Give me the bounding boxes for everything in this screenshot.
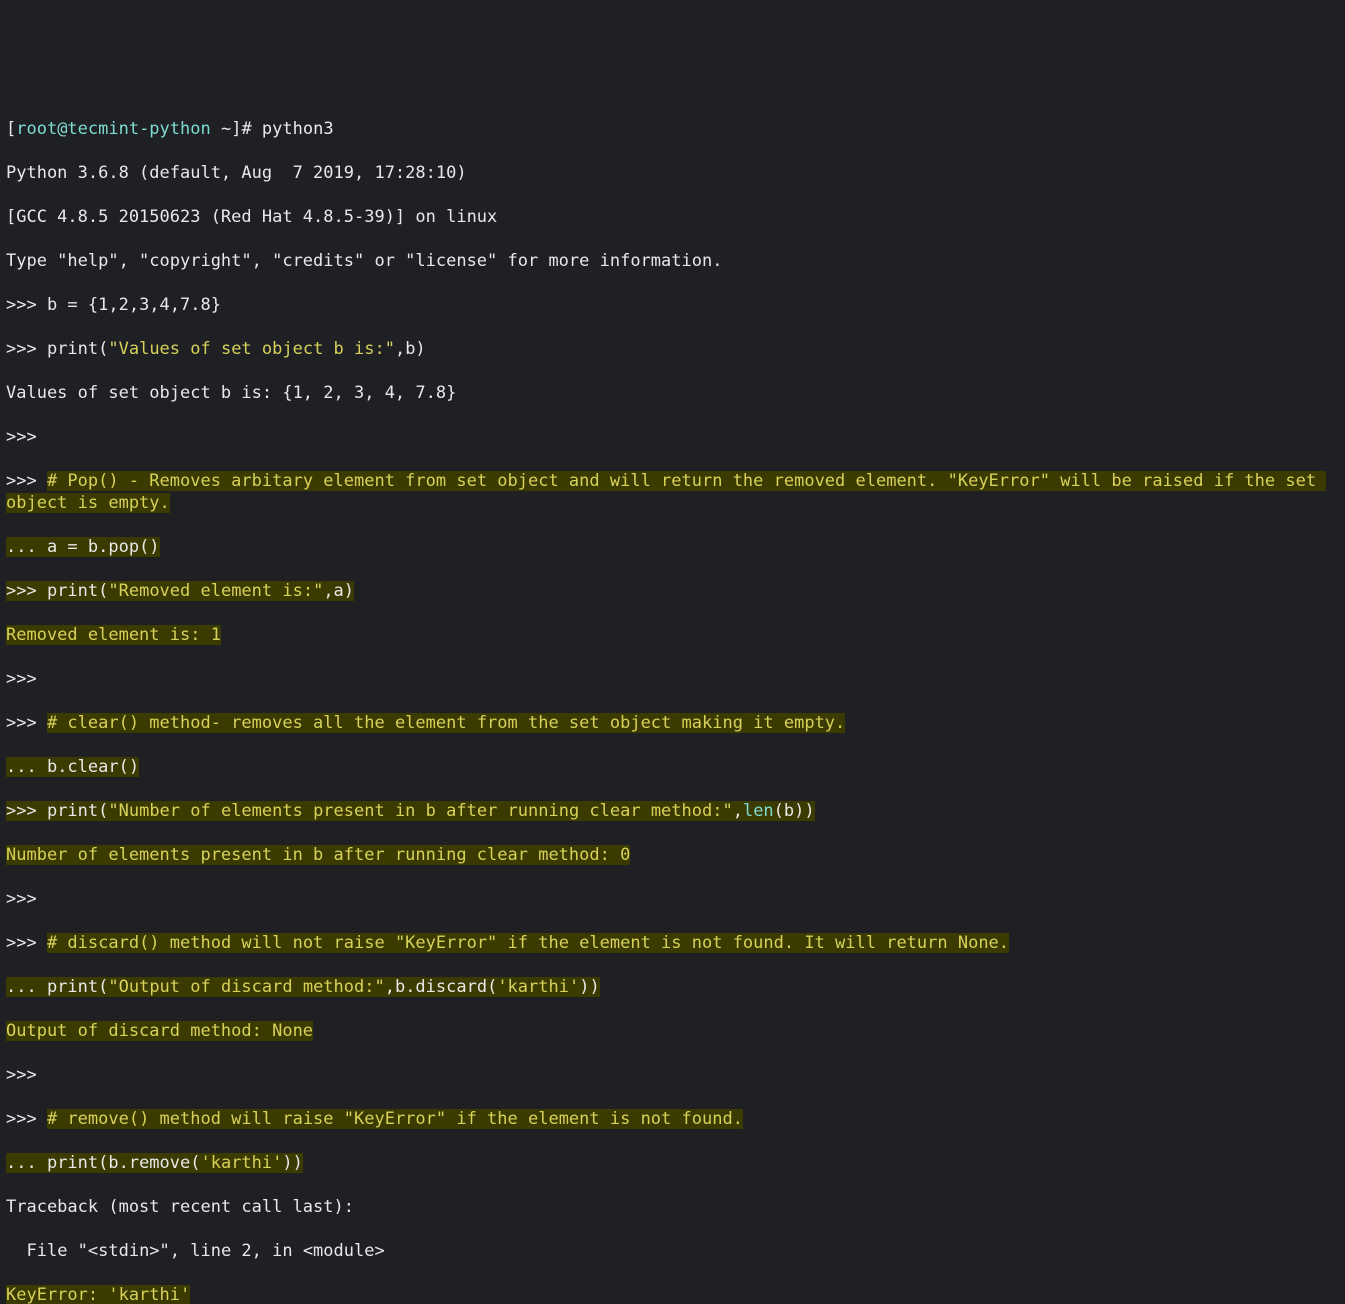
repl-prompt: >>> [6, 1064, 1339, 1086]
repl-line: ... a = b.pop() [6, 536, 1339, 558]
stdout-line: Output of discard method: None [6, 1020, 1339, 1042]
repl-prompt: >>> [6, 668, 1339, 690]
shell-prompt-line: [root@tecmint-python ~]# python3 [6, 118, 1339, 140]
error-line: KeyError: 'karthi' [6, 1284, 1339, 1304]
terminal-output[interactable]: [root@tecmint-python ~]# python3 Python … [6, 96, 1339, 1304]
python-banner-line: [GCC 4.8.5 20150623 (Red Hat 4.8.5-39)] … [6, 206, 1339, 228]
repl-line: ... print("Output of discard method:",b.… [6, 976, 1339, 998]
python-banner-line: Python 3.6.8 (default, Aug 7 2019, 17:28… [6, 162, 1339, 184]
stdout-line: Values of set object b is: {1, 2, 3, 4, … [6, 382, 1339, 404]
repl-prompt: >>> [6, 888, 1339, 910]
stdout-line: Number of elements present in b after ru… [6, 844, 1339, 866]
repl-comment-line: >>> # discard() method will not raise "K… [6, 932, 1339, 954]
repl-line: >>> print("Values of set object b is:",b… [6, 338, 1339, 360]
repl-line: ... print(b.remove('karthi')) [6, 1152, 1339, 1174]
repl-line: >>> print("Number of elements present in… [6, 800, 1339, 822]
python-banner-line: Type "help", "copyright", "credits" or "… [6, 250, 1339, 272]
repl-line: ... b.clear() [6, 756, 1339, 778]
stdout-line: Removed element is: 1 [6, 624, 1339, 646]
traceback-line: Traceback (most recent call last): [6, 1196, 1339, 1218]
repl-comment-line: >>> # remove() method will raise "KeyErr… [6, 1108, 1339, 1130]
repl-prompt: >>> [6, 426, 1339, 448]
repl-line: >>> print("Removed element is:",a) [6, 580, 1339, 602]
repl-comment-line: >>> # clear() method- removes all the el… [6, 712, 1339, 734]
repl-comment-line: >>> # Pop() - Removes arbitary element f… [6, 470, 1339, 514]
repl-line: >>> b = {1,2,3,4,7.8} [6, 294, 1339, 316]
traceback-line: File "<stdin>", line 2, in <module> [6, 1240, 1339, 1262]
